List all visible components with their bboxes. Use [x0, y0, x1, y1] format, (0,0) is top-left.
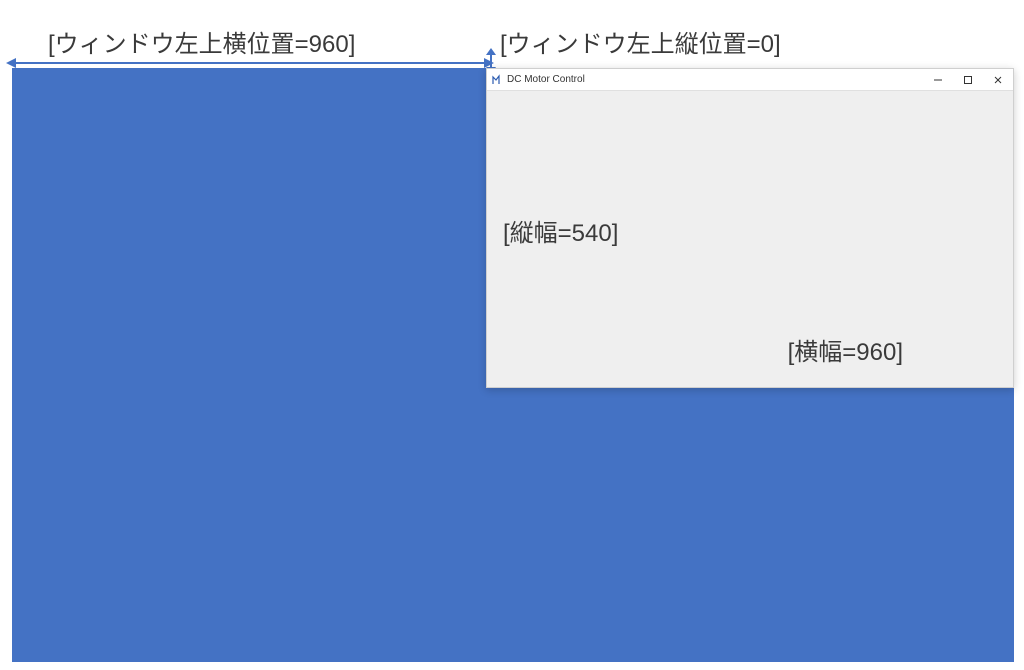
window-title: DC Motor Control: [507, 74, 585, 85]
annotation-window-y: [ウィンドウ左上縦位置=0]: [500, 24, 781, 59]
close-button[interactable]: [983, 69, 1013, 90]
arrow-vertical-icon: [490, 54, 492, 68]
desktop-background: DC Motor Control [縦幅=540] [横幅=960]: [12, 68, 1014, 662]
window-controls: [923, 69, 1013, 90]
annotation-height: [縦幅=540]: [503, 213, 618, 248]
titlebar: DC Motor Control: [487, 69, 1013, 91]
app-icon: [491, 74, 503, 86]
app-window: DC Motor Control [縦幅=540] [横幅=960]: [486, 68, 1014, 388]
maximize-button[interactable]: [953, 69, 983, 90]
annotation-window-x: [ウィンドウ左上横位置=960]: [48, 24, 355, 59]
annotation-width: [横幅=960]: [788, 332, 903, 367]
arrow-horizontal-icon: [14, 62, 486, 64]
minimize-button[interactable]: [923, 69, 953, 90]
